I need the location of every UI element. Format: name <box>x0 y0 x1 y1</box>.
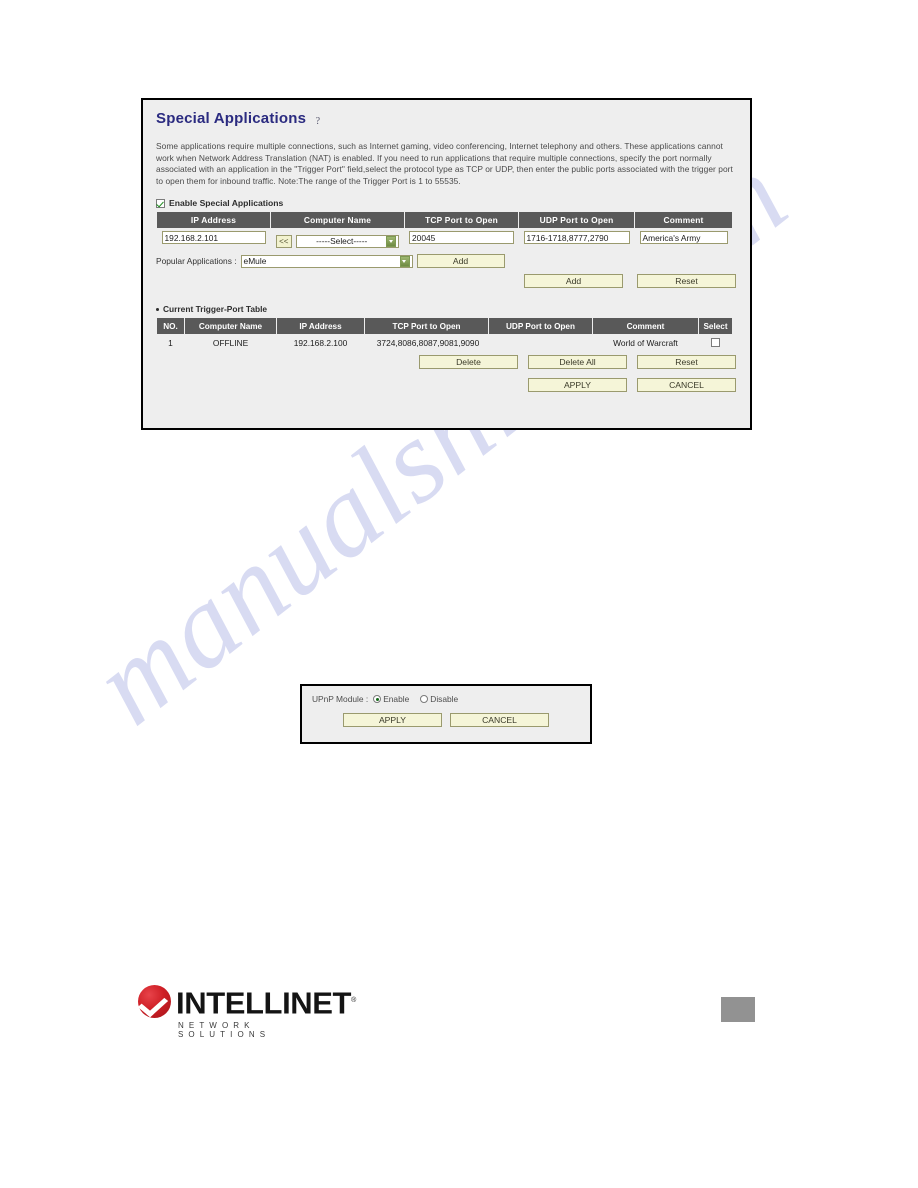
delete-button[interactable]: Delete <box>419 355 518 370</box>
upnp-buttons: APPLY CANCEL <box>302 713 590 727</box>
col-comment: Comment <box>634 211 733 230</box>
add-button[interactable]: Add <box>524 274 623 289</box>
row-tcp-port: 3724,8086,8087,9081,9090 <box>364 334 489 352</box>
enable-special-applications-label: Enable Special Applications <box>169 198 284 209</box>
row-udp-port <box>488 334 593 352</box>
popular-applications-label: Popular Applications : <box>156 256 237 267</box>
upnp-cancel-button[interactable]: CANCEL <box>450 713 549 727</box>
brand-name: INTELLINET® <box>176 985 356 1021</box>
trademark-symbol: ® <box>351 997 356 1004</box>
brand-tagline: NETWORK SOLUTIONS <box>178 1021 271 1040</box>
udp-port-input[interactable]: 1716-1718,8777,2790 <box>523 231 630 245</box>
popular-applications-select[interactable]: eMule <box>240 254 413 268</box>
row-computer-name: OFFLINE <box>184 334 277 352</box>
row-select-checkbox[interactable] <box>711 337 720 347</box>
upnp-enable-label: Enable <box>383 694 410 704</box>
copy-from-list-button[interactable]: << <box>275 235 292 249</box>
entry-table-header-row: IP Address Computer Name TCP Port to Ope… <box>156 211 733 230</box>
apply-button[interactable]: APPLY <box>528 378 627 393</box>
trig-col-computer-name: Computer Name <box>184 317 277 336</box>
popular-applications-row: Popular Applications : eMule Add <box>156 254 737 269</box>
upnp-apply-button[interactable]: APPLY <box>343 713 442 727</box>
trig-col-comment: Comment <box>592 317 699 336</box>
comment-input[interactable]: America's Army <box>639 231 728 245</box>
col-computer-name: Computer Name <box>270 211 405 230</box>
delete-all-button[interactable]: Delete All <box>528 355 627 370</box>
enable-special-applications-row[interactable]: Enable Special Applications <box>156 198 737 208</box>
trig-col-tcp-port: TCP Port to Open <box>364 317 489 336</box>
page-number-box <box>721 997 755 1022</box>
current-trigger-port-heading: Current Trigger-Port Table <box>156 304 737 314</box>
trigger-table-header-row: NO. Computer Name IP Address TCP Port to… <box>156 317 733 336</box>
upnp-enable-option[interactable]: Enable <box>373 694 409 704</box>
trig-col-no: NO. <box>156 317 185 336</box>
panel-header: Special Applications ? <box>156 110 737 128</box>
popular-add-button[interactable]: Add <box>416 254 505 269</box>
enable-special-applications-checkbox[interactable] <box>156 198 165 208</box>
upnp-module-panel: UPnP Module : Enable Disable APPLY CANCE… <box>300 684 592 744</box>
trig-col-udp-port: UDP Port to Open <box>488 317 593 336</box>
upnp-disable-option[interactable]: Disable <box>420 694 458 704</box>
trigger-reset-button[interactable]: Reset <box>637 355 736 370</box>
tcp-port-input[interactable]: 20045 <box>409 231 514 245</box>
row-no: 1 <box>156 334 185 352</box>
current-trigger-port-title: Current Trigger-Port Table <box>163 304 268 315</box>
special-application-entry-table: IP Address Computer Name TCP Port to Ope… <box>156 211 733 251</box>
logo-top-row: INTELLINET® <box>138 985 356 1021</box>
cell-ip-address: 192.168.2.101 <box>157 229 271 252</box>
entry-action-buttons: Add Reset <box>156 274 737 289</box>
row-select-cell <box>698 334 733 352</box>
ip-address-input[interactable]: 192.168.2.101 <box>161 231 266 245</box>
upnp-disable-radio[interactable] <box>420 695 429 703</box>
special-applications-panel: Special Applications ? Some applications… <box>141 98 752 430</box>
computer-name-select[interactable]: -----Select----- <box>296 234 400 248</box>
cell-comment: America's Army <box>635 229 733 252</box>
col-tcp-port: TCP Port to Open <box>404 211 519 230</box>
upnp-disable-label: Disable <box>430 694 459 704</box>
page-watermark: manualshive.com <box>0 130 918 1030</box>
row-ip-address: 192.168.2.100 <box>276 334 365 352</box>
cell-computer-name: << -----Select----- <box>271 229 405 252</box>
bullet-icon <box>156 307 159 311</box>
upnp-enable-radio[interactable] <box>373 695 382 703</box>
col-udp-port: UDP Port to Open <box>518 211 635 230</box>
panel-footer-buttons: APPLY CANCEL <box>156 378 737 393</box>
table-row: 1 OFFLINE 192.168.2.100 3724,8086,8087,9… <box>156 334 733 352</box>
chevron-down-icon[interactable] <box>399 255 410 267</box>
row-comment: World of Warcraft <box>592 334 699 352</box>
computer-name-select-value: -----Select----- <box>316 236 368 247</box>
popular-applications-select-value: eMule <box>243 256 267 267</box>
chevron-down-icon[interactable] <box>386 235 397 247</box>
help-icon[interactable]: ? <box>316 116 320 127</box>
entry-table-input-row: 192.168.2.101 << -----Select----- 20045 … <box>157 229 733 252</box>
cell-udp-port: 1716-1718,8777,2790 <box>519 229 635 252</box>
trig-col-select: Select <box>698 317 733 336</box>
cancel-button[interactable]: CANCEL <box>637 378 736 393</box>
intellinet-logo: INTELLINET® NETWORK SOLUTIONS <box>138 985 356 1039</box>
current-trigger-port-table: NO. Computer Name IP Address TCP Port to… <box>156 317 733 352</box>
col-ip-address: IP Address <box>156 211 271 230</box>
trig-col-ip-address: IP Address <box>276 317 365 336</box>
upnp-module-label: UPnP Module : <box>312 694 369 704</box>
trigger-table-action-buttons: Delete Delete All Reset <box>156 355 737 370</box>
reset-button[interactable]: Reset <box>637 274 736 289</box>
checkmark-circle-icon <box>138 985 171 1019</box>
page-title: Special Applications <box>156 110 307 128</box>
panel-description: Some applications require multiple conne… <box>156 141 733 186</box>
upnp-module-row: UPnP Module : Enable Disable <box>302 686 590 704</box>
cell-tcp-port: 20045 <box>405 229 519 252</box>
